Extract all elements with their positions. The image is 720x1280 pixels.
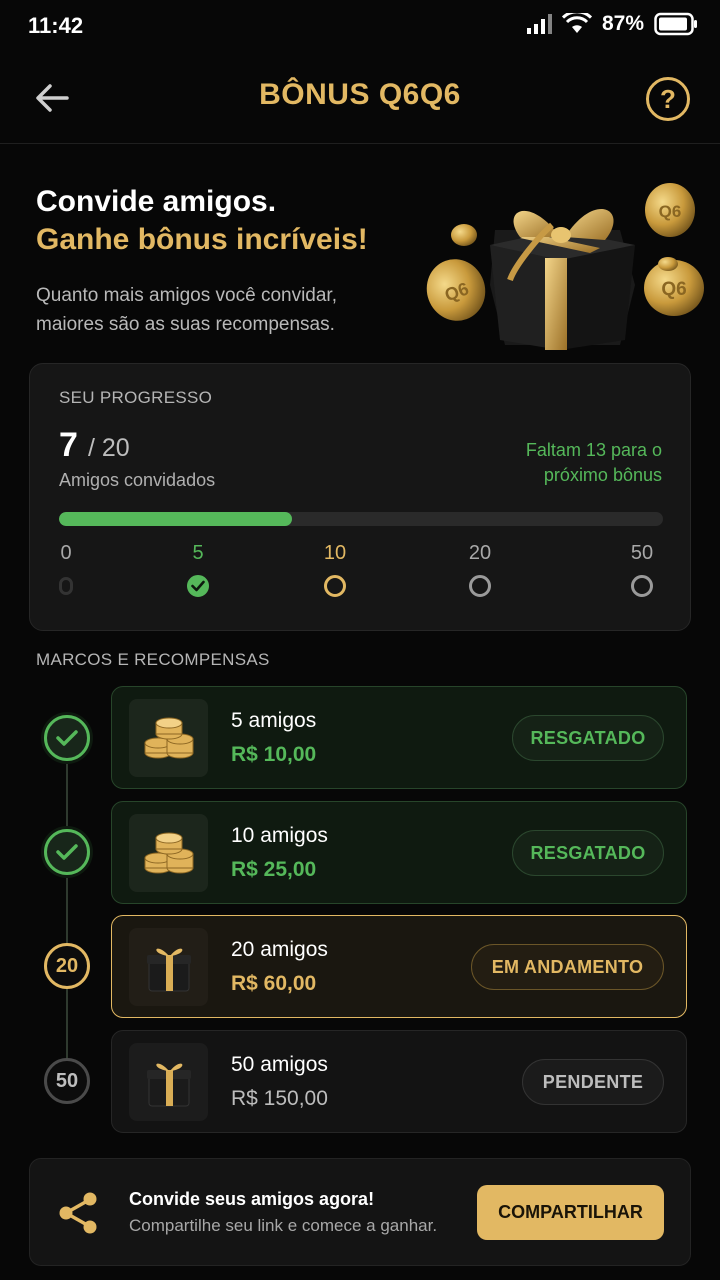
app-header: BÔNUS Q6Q6 ? bbox=[0, 52, 720, 144]
in-progress-button[interactable]: EM ANDAMENTO bbox=[471, 944, 664, 990]
milestone-dot-50 bbox=[631, 575, 653, 597]
progress-bar bbox=[59, 512, 663, 526]
timeline-node-done bbox=[44, 715, 90, 761]
gift-icon bbox=[129, 1043, 208, 1121]
progress-subtitle: Amigos convidados bbox=[59, 470, 216, 490]
reward-card-20: 20 amigos R$ 60,00 EM ANDAMENTO bbox=[111, 915, 687, 1018]
milestone-dot-10 bbox=[324, 575, 346, 597]
claimed-button[interactable]: RESGATADO bbox=[512, 715, 664, 761]
timeline-node-50: 50 bbox=[44, 1058, 90, 1104]
milestone-label-50: 50 bbox=[630, 542, 654, 564]
reward-amount: R$ 10,00 bbox=[231, 743, 317, 766]
wifi-icon bbox=[561, 13, 592, 33]
rewards-section-title: MARCOS E RECOMPENSAS bbox=[36, 650, 270, 669]
coins-icon bbox=[129, 814, 208, 892]
svg-text:Q6: Q6 bbox=[661, 279, 686, 300]
claimed-button[interactable]: RESGATADO bbox=[512, 830, 664, 876]
progress-total: / 20 bbox=[88, 434, 130, 462]
progress-label: SEU PROGRESSO bbox=[59, 388, 213, 407]
check-icon bbox=[191, 580, 205, 592]
progress-current: 7 bbox=[59, 426, 78, 464]
share-subtitle: Compartilhe seu link e comece a ganhar. bbox=[129, 1216, 438, 1235]
share-card: Convide seus amigos agora! Compartilhe s… bbox=[29, 1158, 691, 1266]
milestone-label-5: 5 bbox=[192, 542, 204, 564]
milestone-label-20: 20 bbox=[468, 542, 492, 564]
milestone-dot-20 bbox=[469, 575, 491, 597]
hero-subtitle: Ganhe bônus incríveis! bbox=[36, 223, 368, 256]
status-time: 11:42 bbox=[28, 13, 84, 38]
progress-card: SEU PROGRESSO 7 / 20 Amigos convidados F… bbox=[29, 363, 691, 631]
reward-title: 10 amigos bbox=[231, 824, 328, 847]
reward-title: 5 amigos bbox=[231, 709, 317, 732]
help-button[interactable]: ? bbox=[646, 77, 690, 121]
progress-bar-fill bbox=[59, 512, 293, 526]
status-icons: 87% bbox=[526, 12, 698, 36]
reward-amount: R$ 150,00 bbox=[231, 1087, 328, 1110]
svg-text:Q6: Q6 bbox=[659, 202, 682, 221]
hero-title: Convide amigos. bbox=[36, 185, 277, 218]
coins-icon bbox=[129, 699, 208, 777]
hero-banner: Convide amigos. Ganhe bônus incríveis! Q… bbox=[0, 145, 720, 360]
reward-card-50: 50 amigos R$ 150,00 PENDENTE bbox=[111, 1030, 687, 1133]
reward-card-5: 5 amigos R$ 10,00 RESGATADO bbox=[111, 686, 687, 789]
timeline-node-20: 20 bbox=[44, 943, 90, 989]
share-icon bbox=[59, 1192, 97, 1234]
milestone-label-0: 0 bbox=[60, 542, 72, 564]
signal-icon bbox=[526, 14, 552, 34]
reward-card-10: 10 amigos R$ 25,00 RESGATADO bbox=[111, 801, 687, 904]
pending-button[interactable]: PENDENTE bbox=[522, 1059, 664, 1105]
check-icon bbox=[56, 844, 78, 860]
reward-amount: R$ 60,00 bbox=[231, 972, 317, 995]
gift-icon bbox=[129, 928, 208, 1006]
milestone-dot-0 bbox=[59, 577, 73, 595]
timeline-line bbox=[66, 760, 68, 1080]
battery-percent: 87% bbox=[601, 12, 644, 35]
check-icon bbox=[56, 730, 78, 746]
battery-icon bbox=[654, 12, 697, 36]
share-title: Convide seus amigos agora! bbox=[129, 1189, 375, 1209]
milestone-check-5 bbox=[187, 575, 209, 597]
page-title: BÔNUS Q6Q6 bbox=[259, 78, 461, 111]
hero-description: Quanto mais amigos você convidar, maiore… bbox=[36, 285, 337, 335]
gift-coins-illustration: Q6 Q6 Q6 bbox=[426, 183, 704, 350]
milestone-label-10: 10 bbox=[323, 542, 347, 564]
reward-amount: R$ 25,00 bbox=[231, 858, 317, 881]
timeline-node-done bbox=[44, 829, 90, 875]
share-button[interactable]: COMPARTILHAR bbox=[477, 1185, 664, 1240]
reward-title: 20 amigos bbox=[231, 938, 328, 961]
status-bar: 11:42 87% bbox=[0, 0, 720, 52]
question-icon: ? bbox=[660, 83, 676, 114]
reward-title: 50 amigos bbox=[231, 1053, 328, 1076]
progress-remaining: Faltam 13 para o próximo bônus bbox=[525, 440, 662, 485]
